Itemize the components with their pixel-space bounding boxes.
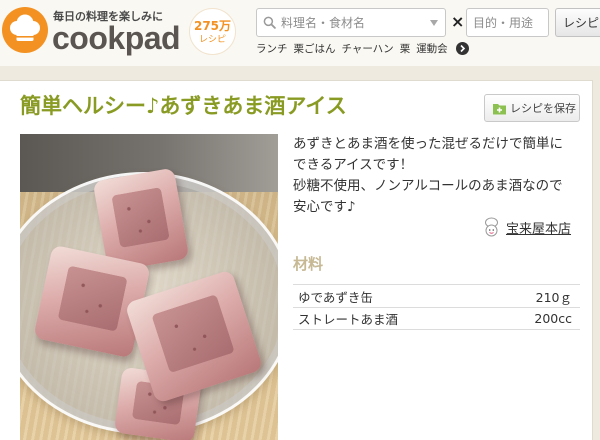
author-link[interactable]: 宝来屋本店 bbox=[483, 217, 571, 238]
description-line: 安心です♪ bbox=[293, 199, 356, 215]
ingredient-name: ゆであずき缶 bbox=[298, 289, 373, 305]
photo-ice-cube-face bbox=[57, 265, 128, 332]
description-line: 砂糖不使用、ノンアルコールのあま酒なので bbox=[293, 178, 563, 194]
folder-add-icon bbox=[493, 103, 506, 114]
keyword-link[interactable]: 運動会 bbox=[416, 41, 448, 56]
ingredients-heading: 材料 bbox=[293, 255, 324, 273]
chef-avatar-icon bbox=[485, 217, 498, 237]
description-line: あずきとあま酒を使った混ぜるだけで簡単に bbox=[293, 136, 563, 152]
keyword-link[interactable]: チャーハン bbox=[342, 41, 394, 56]
chef-hat-icon bbox=[2, 7, 48, 53]
photo-ice-cube-face bbox=[111, 186, 170, 248]
keyword-link[interactable]: ランチ bbox=[256, 41, 288, 56]
chevron-right-icon[interactable] bbox=[455, 41, 469, 55]
search-separator: × bbox=[451, 12, 465, 31]
logo-link[interactable]: 毎日の料理を楽しみに cookpad bbox=[0, 0, 186, 60]
trending-keywords: ランチ 栗ごはん チャーハン 栗 運動会 bbox=[256, 41, 469, 55]
keyword-link[interactable]: 栗 bbox=[400, 41, 411, 56]
recipe-search-button[interactable]: レシピ bbox=[555, 8, 600, 37]
ingredient-row: ストレートあま酒 200cc bbox=[293, 307, 580, 330]
ingredient-amount: 210ｇ bbox=[535, 289, 572, 305]
keyword-search-input[interactable] bbox=[256, 8, 446, 37]
recipe-count-label: レシピ bbox=[198, 35, 226, 45]
recipe-title: 簡単ヘルシー♪あずきあま酒アイス bbox=[20, 94, 347, 118]
photo-ice-cube-face bbox=[151, 294, 235, 373]
logo-wordmark: cookpad bbox=[52, 20, 181, 56]
recipe-description: あずきとあま酒を使った混ぜるだけで簡単に できるアイスです！ 砂糖不使用、ノンア… bbox=[293, 134, 580, 218]
recipe-photo bbox=[20, 134, 278, 440]
caret-down-icon[interactable] bbox=[430, 20, 438, 26]
ingredient-amount: 200cc bbox=[534, 311, 572, 326]
keyword-link[interactable]: 栗ごはん bbox=[294, 41, 336, 56]
ingredient-row: ゆであずき缶 210ｇ bbox=[293, 284, 580, 307]
ingredients-table: ゆであずき缶 210ｇ ストレートあま酒 200cc bbox=[293, 284, 580, 330]
ingredient-name: ストレートあま酒 bbox=[298, 312, 399, 327]
site-header: 毎日の料理を楽しみに cookpad 275万 レシピ × レシピ ランチ 栗ご… bbox=[0, 0, 600, 66]
save-recipe-button[interactable]: レシピを保存 bbox=[484, 94, 580, 122]
author-name: 宝来屋本店 bbox=[506, 222, 572, 237]
save-button-label: レシピを保存 bbox=[510, 102, 576, 115]
keyword-search-field bbox=[256, 8, 446, 37]
recipe-count-number: 275万 bbox=[193, 19, 232, 33]
recipe-card: 簡単ヘルシー♪あずきあま酒アイス レシピを保存 あずきとあま酒を使った混ぜるだけ… bbox=[0, 80, 593, 440]
recipe-count-badge: 275万 レシピ bbox=[189, 8, 236, 55]
description-line: できるアイスです！ bbox=[293, 157, 414, 173]
purpose-search-input[interactable] bbox=[466, 8, 549, 37]
